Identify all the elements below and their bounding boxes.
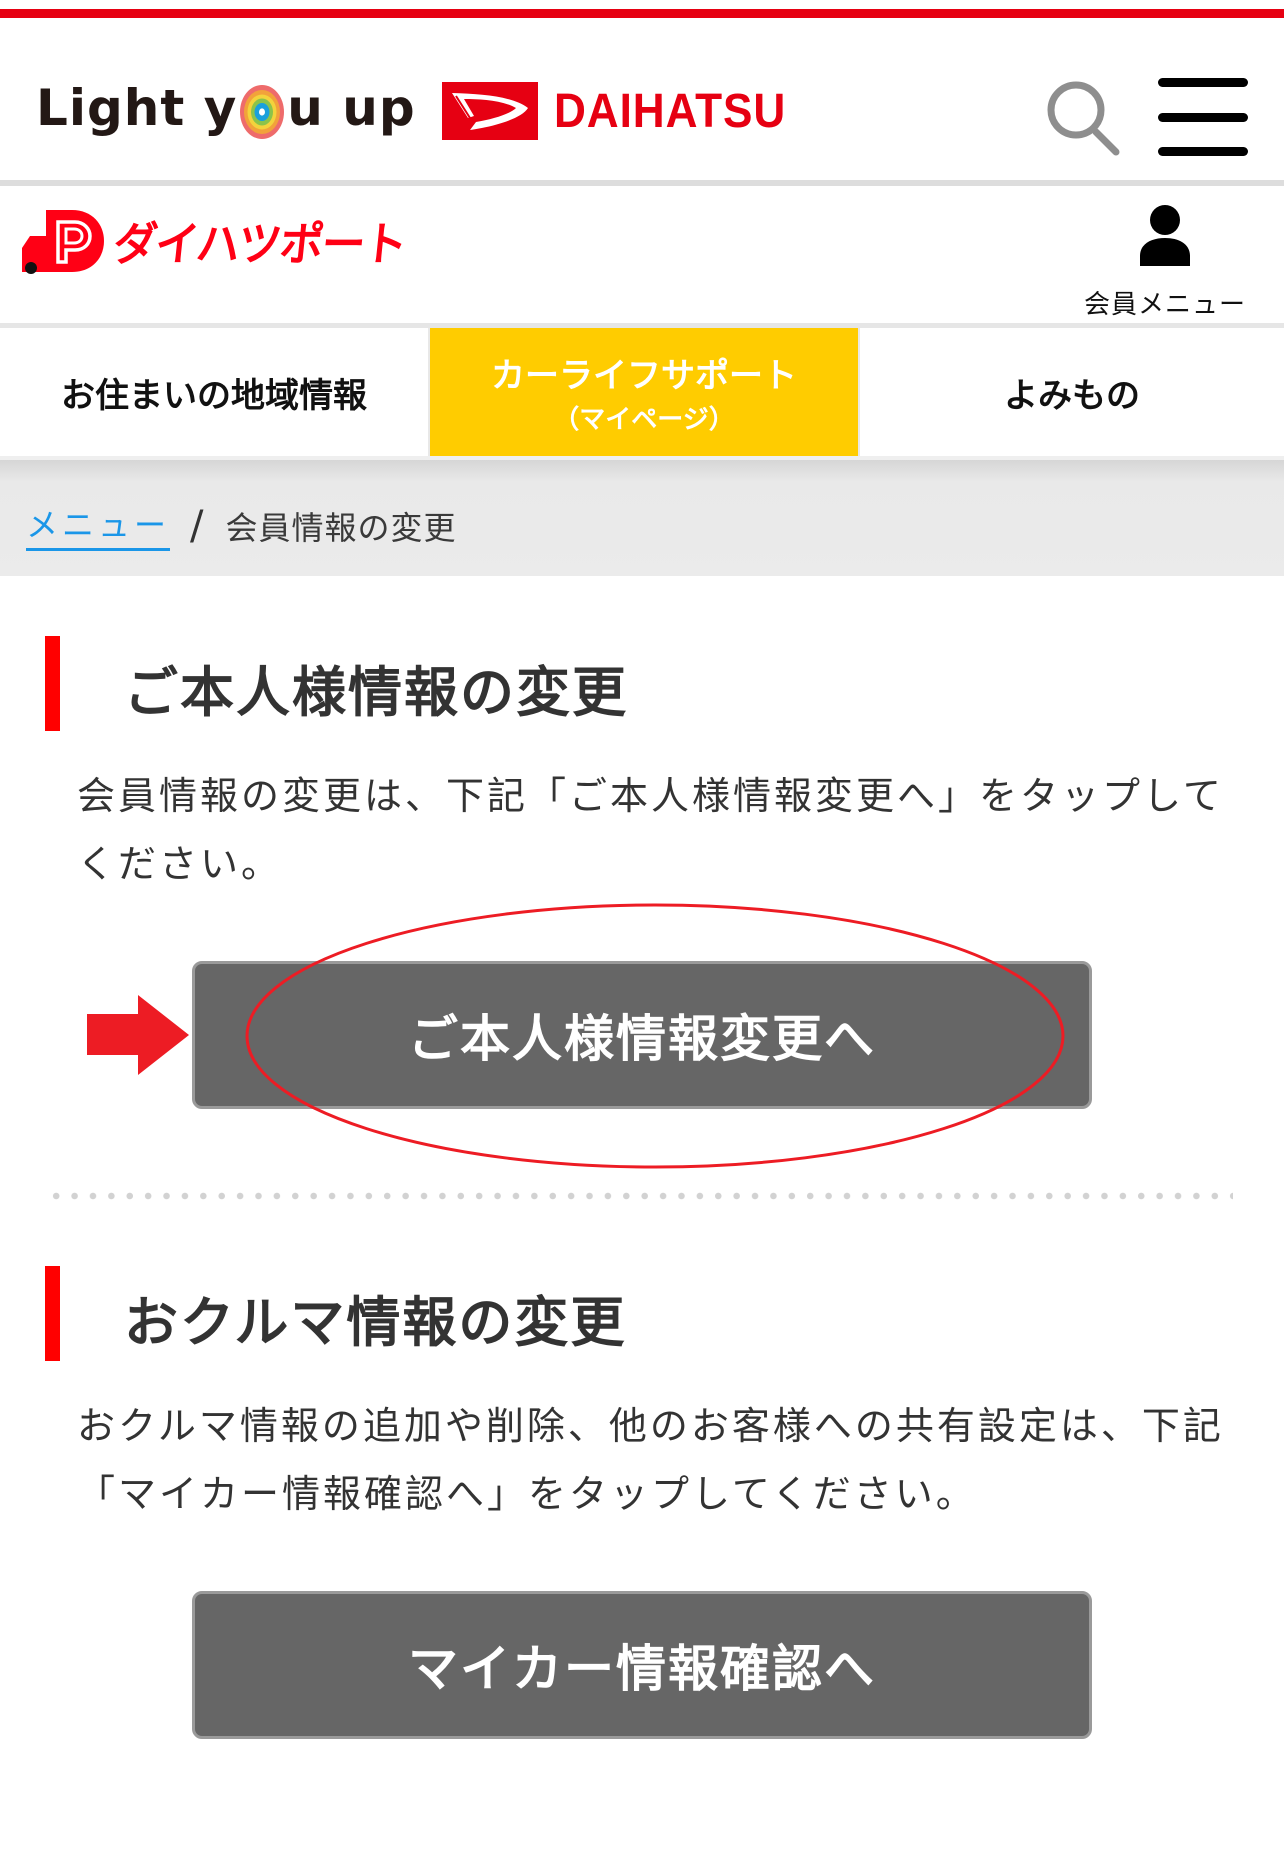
daihatsu-port-logo[interactable]: ダイハツポート: [20, 208, 421, 274]
hamburger-line: [1158, 113, 1248, 122]
daihatsu-logo[interactable]: DAIHATSU: [442, 82, 806, 140]
tab-label: お住まいの地域情報: [61, 375, 367, 416]
breadcrumb-menu-link[interactable]: メニュー: [26, 500, 171, 551]
truck-d-logo-icon: [22, 210, 104, 274]
section-accent-bar: [45, 636, 60, 731]
daihatsu-wordmark: DAIHATSU: [554, 84, 787, 138]
tab-local-info[interactable]: お住まいの地域情報: [0, 328, 430, 456]
tab-sublabel: （マイページ）: [553, 405, 735, 435]
service-name: ダイハツポート: [110, 217, 409, 271]
user-icon: [1140, 205, 1190, 266]
button-label: ご本人様情報変更へ: [408, 1010, 876, 1068]
search-icon: [1047, 81, 1120, 156]
breadcrumb-separator: /: [190, 502, 204, 549]
light-you-up-logo[interactable]: Light y u up: [36, 76, 416, 140]
tab-carlife-support[interactable]: カーライフサポート （マイページ）: [430, 328, 858, 456]
member-menu-button[interactable]: 会員メニュー: [1070, 202, 1260, 320]
mycar-info-confirm-button[interactable]: マイカー情報確認へ: [192, 1591, 1092, 1739]
section-accent-bar: [45, 1266, 60, 1361]
tab-label: カーライフサポート: [491, 356, 797, 396]
search-button[interactable]: [1042, 76, 1126, 160]
member-menu-label: 会員メニュー: [1083, 290, 1246, 320]
breadcrumb-current: 会員情報の変更: [225, 508, 457, 547]
tab-label: よみもの: [1004, 375, 1140, 416]
button-label: マイカー情報確認へ: [408, 1640, 876, 1698]
tab-reading[interactable]: よみもの: [858, 328, 1284, 456]
logo-text-before: Light y: [36, 79, 238, 137]
breadcrumb: メニュー / 会員情報の変更: [0, 456, 1284, 576]
service-header: ダイハツポート 会員メニュー: [0, 186, 1284, 323]
main-nav-tabs: お住まいの地域情報 カーライフサポート （マイページ） よみもの: [0, 328, 1284, 456]
right-arrow-icon: [87, 995, 189, 1075]
daihatsu-d-mark-icon: [442, 82, 538, 140]
top-brand-stripe: [0, 9, 1284, 18]
rainbow-target-icon: [239, 84, 285, 140]
section-dotted-divider: [47, 1191, 1233, 1201]
section-title-car-info: おクルマ情報の変更: [124, 1291, 627, 1354]
hamburger-line: [1158, 78, 1248, 87]
section-text-car-info: おクルマ情報の追加や削除、他のお客様への共有設定は、下記「マイカー情報確認へ」を…: [77, 1404, 1224, 1516]
logo-text-after: u up: [287, 79, 416, 137]
site-header: Light y u up DAIHATSU: [0, 18, 1284, 180]
section-text-personal-info: 会員情報の変更は、下記「ご本人様情報変更へ」をタップしてください。: [77, 774, 1224, 886]
hamburger-menu-button[interactable]: [1156, 76, 1250, 158]
section-title-personal-info: ご本人様情報の変更: [124, 661, 628, 724]
personal-info-change-button[interactable]: ご本人様情報変更へ: [192, 961, 1092, 1109]
hamburger-line: [1158, 147, 1248, 156]
